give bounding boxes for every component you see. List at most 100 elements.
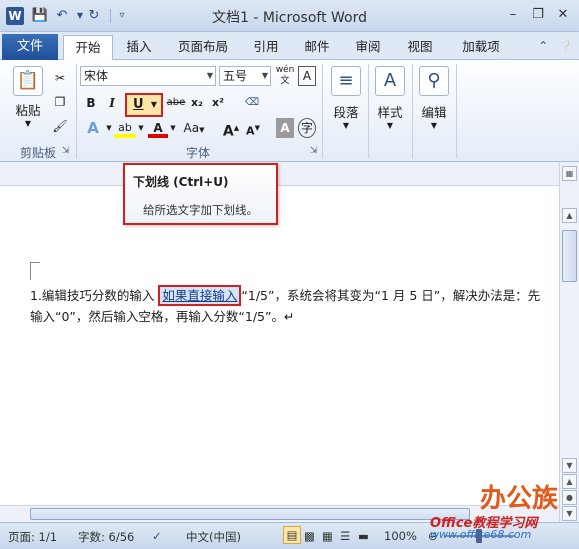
- group-separator: [368, 64, 369, 158]
- web-layout-icon[interactable]: ▦: [322, 529, 333, 543]
- paragraph-dropdown-icon[interactable]: ▼: [326, 121, 366, 130]
- underline-label: U: [133, 97, 144, 112]
- next-page-icon[interactable]: ▼: [562, 506, 577, 521]
- selected-text[interactable]: 如果直接输入: [158, 285, 242, 306]
- underline-dropdown-icon[interactable]: ▼: [151, 100, 157, 109]
- tab-mailings[interactable]: 邮件: [297, 35, 337, 60]
- vertical-scrollbar[interactable]: ▦ ▲ ▼ ▲ ● ▼: [559, 162, 579, 522]
- font-name-value: 宋体: [84, 69, 109, 83]
- highlight-color-icon[interactable]: ab: [114, 118, 136, 138]
- horizontal-scroll-thumb[interactable]: [30, 508, 470, 520]
- document-line-2[interactable]: 输入“0”，然后输入空格，再输入分数“1/5”。↵: [30, 306, 294, 325]
- tab-home[interactable]: 开始: [63, 35, 113, 60]
- document-line-1[interactable]: 1.编辑技巧分数的输入 如果直接输入 “1/5”，系统会将其变为“1 月 5 日”…: [30, 285, 541, 306]
- cut-icon[interactable]: ✂: [50, 68, 70, 88]
- tab-review[interactable]: 审阅: [348, 35, 388, 60]
- text-effects-dropdown-icon[interactable]: ▼: [104, 118, 114, 138]
- paste-icon: 📋: [13, 66, 43, 96]
- group-separator: [456, 64, 457, 158]
- font-size-dropdown-icon[interactable]: ▼: [262, 67, 268, 85]
- grow-font-button[interactable]: A▲: [222, 118, 240, 140]
- ruler-strip: [0, 162, 559, 186]
- enclose-characters-icon[interactable]: 字: [298, 118, 316, 138]
- collapse-ribbon-icon[interactable]: ⌃: [538, 39, 548, 53]
- tab-file[interactable]: 文件: [2, 34, 58, 60]
- tab-add-ins[interactable]: 加载项: [452, 35, 510, 60]
- clipboard-launcher-icon[interactable]: ⇲: [62, 146, 70, 156]
- restore-button[interactable]: ❐: [527, 6, 549, 24]
- page-count[interactable]: 页面: 1/1: [8, 529, 57, 545]
- previous-page-icon[interactable]: ▲: [562, 474, 577, 489]
- print-layout-icon[interactable]: ▤: [283, 526, 301, 544]
- italic-button[interactable]: I: [103, 93, 121, 113]
- zoom-out-icon[interactable]: ⊖: [428, 529, 438, 543]
- ruler-toggle-icon[interactable]: ▦: [562, 166, 577, 181]
- font-color-dropdown-icon[interactable]: ▼: [168, 118, 178, 138]
- ribbon: 📋 粘贴 ▼ ✂ ❐ 🖌 剪贴板 ⇲ 宋体 ▼ 五号 ▼ wén 文 A B I …: [0, 60, 579, 162]
- change-case-button[interactable]: Aa▼: [182, 118, 206, 138]
- shrink-font-button[interactable]: A▼: [244, 118, 262, 138]
- group-separator: [412, 64, 413, 158]
- window-title: 文档1 - Microsoft Word: [211, 10, 367, 26]
- close-button[interactable]: ✕: [552, 6, 574, 24]
- tooltip-title: 下划线 (Ctrl+U): [133, 175, 229, 189]
- clear-formatting-icon[interactable]: ⌫: [242, 93, 262, 113]
- font-name-dropdown-icon[interactable]: ▼: [207, 67, 213, 85]
- superscript-button[interactable]: x²: [209, 93, 227, 113]
- draft-view-icon[interactable]: ▬: [358, 529, 369, 543]
- font-color-icon[interactable]: A: [148, 118, 168, 138]
- minimize-button[interactable]: –: [502, 6, 524, 24]
- text-effects-icon[interactable]: A: [82, 118, 104, 138]
- scroll-up-icon[interactable]: ▲: [562, 208, 577, 223]
- tab-view[interactable]: 视图: [400, 35, 440, 60]
- editing-button[interactable]: ⚲ 编辑 ▼: [414, 66, 454, 130]
- line1-prefix-text: 1.编辑技巧分数的输入: [30, 288, 159, 303]
- word-count[interactable]: 字数: 6/56: [78, 529, 134, 545]
- line1-suffix-text: “1/5”，系统会将其变为“1 月 5 日”，解决办法是：先: [241, 288, 541, 303]
- full-screen-reading-icon[interactable]: ▩: [304, 529, 315, 543]
- character-shading-icon[interactable]: A: [276, 118, 294, 138]
- phonetic-guide-icon[interactable]: wén 文: [275, 65, 295, 86]
- subscript-button[interactable]: x₂: [188, 93, 206, 113]
- bold-button[interactable]: B: [82, 93, 100, 113]
- font-size-combo[interactable]: 五号 ▼: [219, 66, 271, 86]
- browse-object-icon[interactable]: ●: [562, 490, 577, 505]
- scroll-down-icon[interactable]: ▼: [562, 458, 577, 473]
- character-border-icon[interactable]: A: [298, 66, 316, 86]
- outline-view-icon[interactable]: ☰: [340, 529, 350, 543]
- language-indicator[interactable]: 中文(中国): [186, 529, 241, 545]
- zoom-level[interactable]: 100%: [384, 529, 417, 543]
- vertical-scroll-thumb[interactable]: [562, 230, 577, 282]
- paragraph-label: 段落: [333, 105, 359, 120]
- strikethrough-button[interactable]: abe: [165, 93, 187, 113]
- format-painter-icon[interactable]: 🖌: [50, 116, 70, 136]
- paste-dropdown-icon[interactable]: ▼: [8, 119, 48, 128]
- editing-dropdown-icon[interactable]: ▼: [414, 121, 454, 130]
- underline-button[interactable]: U ▼: [125, 93, 163, 117]
- tab-page-layout[interactable]: 页面布局: [168, 35, 238, 60]
- tab-insert[interactable]: 插入: [117, 35, 161, 60]
- tab-references[interactable]: 引用: [246, 35, 286, 60]
- binoculars-icon: ⚲: [419, 66, 449, 96]
- styles-label: 样式: [377, 105, 403, 120]
- paste-button[interactable]: 📋 粘贴 ▼: [8, 66, 48, 128]
- group-separator: [322, 64, 323, 158]
- font-size-value: 五号: [223, 69, 248, 83]
- ribbon-tabs: 文件 开始 插入 页面布局 引用 邮件 审阅 视图 加载项 ⌃ ❔: [0, 32, 579, 60]
- help-icon[interactable]: ❔: [558, 39, 573, 53]
- proofing-icon[interactable]: ✓: [152, 529, 162, 543]
- group-separator: [76, 64, 77, 158]
- horizontal-scrollbar[interactable]: [0, 505, 559, 522]
- clipboard-group-label: 剪贴板: [19, 146, 56, 160]
- paragraph-button[interactable]: ≡ 段落 ▼: [326, 66, 366, 130]
- styles-dropdown-icon[interactable]: ▼: [370, 121, 410, 130]
- font-name-combo[interactable]: 宋体 ▼: [80, 66, 216, 86]
- status-bar: 页面: 1/1 字数: 6/56 ✓ 中文(中国) ▤ ▩ ▦ ☰ ▬ 100%…: [0, 522, 579, 549]
- styles-button[interactable]: A 样式 ▼: [370, 66, 410, 130]
- document-page[interactable]: [0, 162, 559, 522]
- zoom-slider-knob[interactable]: [476, 529, 482, 543]
- font-launcher-icon[interactable]: ⇲: [310, 146, 318, 156]
- highlight-dropdown-icon[interactable]: ▼: [136, 118, 146, 138]
- copy-icon[interactable]: ❐: [50, 92, 70, 112]
- title-bar: W 💾 ↶ ▼ ↻ ▿ 文档1 - Microsoft Word – ❐ ✕: [0, 0, 579, 32]
